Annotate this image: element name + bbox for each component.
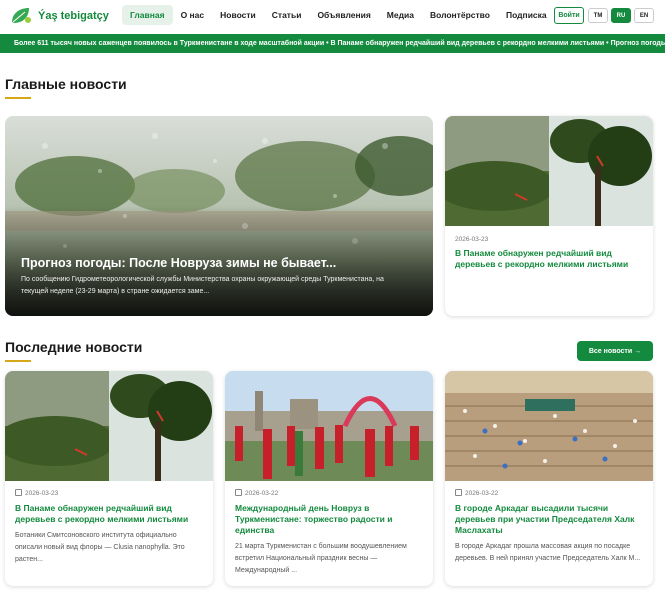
news-image bbox=[445, 371, 653, 481]
nav-subscription[interactable]: Подписка bbox=[498, 5, 555, 25]
hero-excerpt: По сообщению Гидрометеорологической служ… bbox=[21, 276, 384, 295]
heading-underline bbox=[5, 97, 31, 99]
site-logo[interactable]: Ýaş tebigatçy bbox=[8, 5, 109, 27]
news-card[interactable]: 2026-03-23 В Панаме обнаружен редчайший … bbox=[5, 371, 213, 586]
news-ticker: Более 611 тысяч новых саженцев появилось… bbox=[0, 34, 665, 53]
side-news-image bbox=[445, 116, 653, 226]
news-date-text: 2026-03-22 bbox=[465, 490, 499, 497]
news-date-text: 2026-03-22 bbox=[245, 490, 279, 497]
hero-title[interactable]: Прогноз погоды: После Новруза зимы не бы… bbox=[21, 256, 336, 270]
leaf-logo-icon bbox=[12, 8, 31, 23]
side-news-card[interactable]: 2026-03-23 В Панаме обнаружен редчайший … bbox=[445, 116, 653, 316]
news-date-text: 2026-03-23 bbox=[25, 490, 59, 497]
news-excerpt: Ботаники Смитсоновского института официа… bbox=[15, 532, 185, 563]
login-button[interactable]: Войти bbox=[554, 7, 584, 24]
news-date: 2026-03-22 bbox=[455, 489, 645, 497]
news-excerpt: 21 марта Туркменистан с большим воодушев… bbox=[235, 543, 407, 574]
all-news-button[interactable]: Все новости → bbox=[577, 341, 653, 361]
news-excerpt: В городе Аркадаг прошла массовая акция п… bbox=[455, 543, 641, 562]
lang-tm-button[interactable]: TM bbox=[588, 8, 608, 23]
calendar-icon bbox=[455, 489, 462, 496]
nav-news[interactable]: Новости bbox=[212, 5, 264, 25]
nav-about[interactable]: О нас bbox=[173, 5, 213, 25]
lang-en-button[interactable]: EN bbox=[634, 8, 654, 23]
news-title[interactable]: В городе Аркадаг высадили тысячи деревье… bbox=[455, 503, 645, 536]
nav-articles[interactable]: Статьи bbox=[264, 5, 310, 25]
news-image bbox=[225, 371, 433, 481]
nav-media[interactable]: Медиа bbox=[379, 5, 422, 25]
calendar-icon bbox=[15, 489, 22, 496]
hero-news-card[interactable]: Прогноз погоды: После Новруза зимы не бы… bbox=[5, 116, 433, 316]
news-card[interactable]: 2026-03-22 Международный день Новруз в Т… bbox=[225, 371, 433, 586]
latest-news-heading: Последние новости bbox=[5, 339, 143, 355]
side-news-date: 2026-03-23 bbox=[455, 236, 489, 243]
heading-underline bbox=[5, 360, 31, 362]
news-card-body: 2026-03-23 В Панаме обнаружен редчайший … bbox=[15, 489, 205, 566]
side-news-title[interactable]: В Панаме обнаружен редчайший вид деревье… bbox=[455, 248, 645, 270]
nav-volunteering[interactable]: Волонтёрство bbox=[422, 5, 498, 25]
news-card-body: 2026-03-22 Международный день Новруз в Т… bbox=[235, 489, 425, 577]
logo-text: Ýaş tebigatçy bbox=[38, 9, 109, 22]
calendar-icon bbox=[235, 489, 242, 496]
lang-ru-button[interactable]: RU bbox=[611, 8, 631, 23]
news-card-body: 2026-03-22 В городе Аркадаг высадили тыс… bbox=[455, 489, 645, 565]
news-date: 2026-03-22 bbox=[235, 489, 425, 497]
news-title[interactable]: В Панаме обнаружен редчайший вид деревье… bbox=[15, 503, 205, 525]
main-nav: Главная О нас Новости Статьи Объявления … bbox=[122, 5, 555, 25]
main-news-heading: Главные новости bbox=[5, 76, 127, 92]
nav-announcements[interactable]: Объявления bbox=[309, 5, 378, 25]
site-header: Ýaş tebigatçy Главная О нас Новости Стат… bbox=[0, 0, 665, 34]
news-card[interactable]: 2026-03-22 В городе Аркадаг высадили тыс… bbox=[445, 371, 653, 586]
news-date: 2026-03-23 bbox=[15, 489, 205, 497]
nav-home[interactable]: Главная bbox=[122, 5, 173, 25]
news-image bbox=[5, 371, 213, 481]
ticker-text[interactable]: Более 611 тысяч новых саженцев появилось… bbox=[0, 34, 665, 53]
news-title[interactable]: Международный день Новруз в Туркменистан… bbox=[235, 503, 425, 536]
